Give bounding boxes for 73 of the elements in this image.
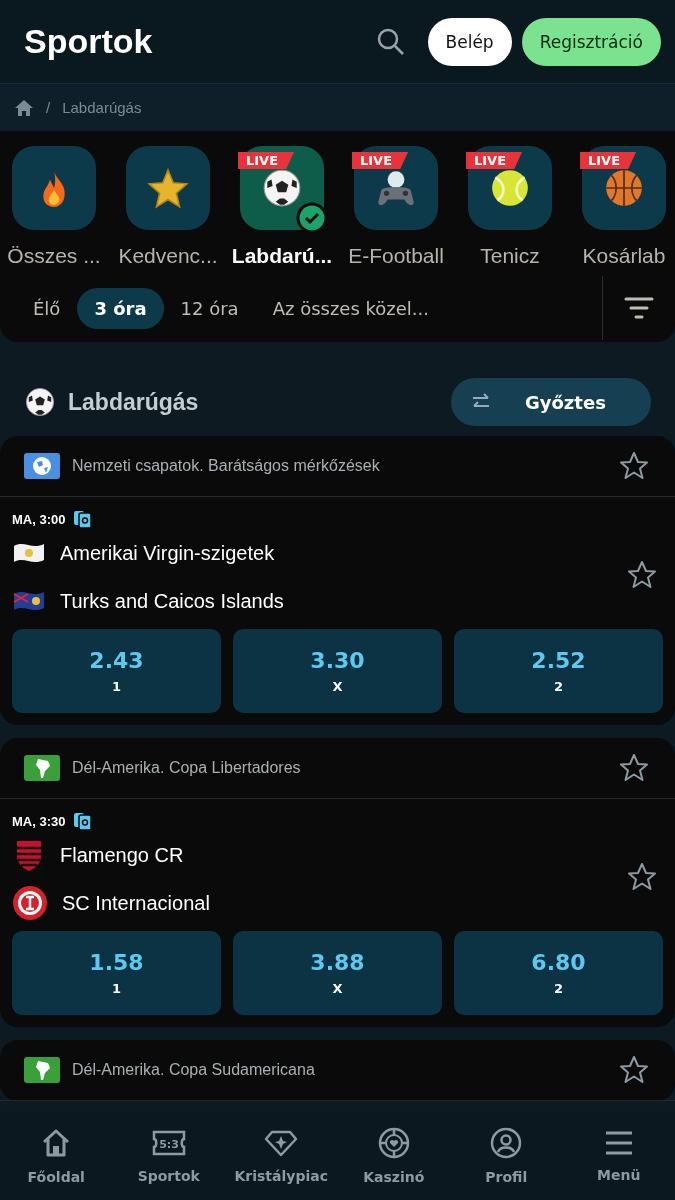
odds-button[interactable]: 2.52 2 — [454, 629, 663, 713]
star-icon — [147, 167, 189, 209]
search-icon[interactable] — [375, 26, 406, 57]
odds-button[interactable]: 6.80 2 — [454, 931, 663, 1015]
sport-tile[interactable] — [126, 146, 210, 230]
profile-icon — [490, 1127, 523, 1159]
login-button[interactable]: Belép — [427, 17, 512, 66]
continent-icon — [24, 1057, 60, 1083]
live-badge: LIVE — [352, 152, 409, 169]
cards-icon — [73, 509, 94, 529]
odds-button[interactable]: 1.58 1 — [12, 931, 221, 1015]
breadcrumb-item[interactable]: Labdarúgás — [62, 99, 142, 116]
odds-button[interactable]: 3.30 X — [233, 629, 442, 713]
market-selector[interactable]: Győztes — [451, 378, 651, 426]
diamond-icon — [264, 1128, 299, 1158]
favorite-star-icon[interactable] — [619, 753, 649, 783]
league-name[interactable]: Dél-Amerika. Copa Sudamericana — [72, 1061, 607, 1079]
league-name[interactable]: Dél-Amerika. Copa Libertadores — [72, 759, 607, 777]
time-filter-chip[interactable]: 12 óra — [163, 287, 256, 329]
favorite-star-icon[interactable] — [627, 862, 657, 892]
scoreboard-icon: 5:3 — [151, 1128, 186, 1158]
page-title: Sportok — [24, 22, 154, 61]
soccer-icon — [261, 167, 303, 209]
sport-label[interactable]: Kedvenc... — [118, 244, 218, 268]
odds-button[interactable]: 3.88 X — [233, 931, 442, 1015]
sport-tile[interactable]: LIVE — [354, 146, 438, 230]
nav-item[interactable]: 5:3 Sportok — [112, 1112, 225, 1200]
favorite-star-icon[interactable] — [619, 451, 649, 481]
match-time: MA, 3:30 — [12, 813, 66, 829]
check-icon — [296, 202, 328, 234]
team-name: Amerikai Virgin-szigetek — [60, 541, 275, 565]
register-button[interactable]: Regisztráció — [521, 17, 661, 66]
favorite-star-icon[interactable] — [619, 1055, 649, 1085]
match-time: MA, 3:00 — [12, 511, 66, 527]
section-title: Labdarúgás — [68, 388, 200, 416]
menu-icon — [603, 1129, 634, 1157]
home-icon[interactable] — [14, 98, 34, 117]
sport-label[interactable]: E-Football — [348, 244, 444, 268]
nav-item[interactable]: Kristálypiac — [225, 1112, 338, 1200]
favorite-star-icon[interactable] — [627, 560, 657, 590]
sport-label[interactable]: Összes ... — [7, 244, 101, 268]
league-name[interactable]: Nemzeti csapatok. Barátságos mérkőzések — [72, 457, 607, 475]
team-name: SC Internacional — [62, 891, 210, 915]
sport-tile[interactable]: LIVE — [240, 146, 324, 230]
odds-button[interactable]: 2.43 1 — [12, 629, 221, 713]
team-name: Flamengo CR — [60, 843, 184, 867]
breadcrumb-separator: / — [46, 99, 51, 116]
live-badge: LIVE — [466, 152, 523, 169]
sport-tile[interactable]: LIVE — [468, 146, 552, 230]
live-badge: LIVE — [580, 152, 637, 169]
team-name: Turks and Caicos Islands — [60, 589, 284, 613]
casino-chip-icon — [377, 1127, 410, 1159]
time-filter-chip[interactable]: Az összes közel... — [255, 287, 446, 329]
nav-item[interactable]: Főoldal — [0, 1112, 113, 1200]
sport-label[interactable]: Tenicz — [480, 244, 540, 268]
filter-icon[interactable] — [624, 296, 654, 320]
globe-icon — [24, 453, 60, 479]
nav-item[interactable]: Kaszinó — [337, 1112, 450, 1200]
tennis-icon — [489, 167, 531, 209]
nav-item[interactable]: Profil — [450, 1112, 563, 1200]
basketball-icon — [603, 167, 645, 209]
continent-icon — [24, 755, 60, 781]
sport-label[interactable]: Labdarú... — [231, 244, 333, 268]
cards-icon — [73, 811, 94, 831]
sport-tile[interactable] — [12, 146, 96, 230]
time-filter-chip[interactable]: Élő — [16, 287, 78, 329]
sport-label[interactable]: Kosárlab — [582, 244, 666, 268]
live-badge: LIVE — [238, 152, 295, 169]
sport-tile[interactable]: LIVE — [582, 146, 666, 230]
nav-item[interactable]: Menü — [562, 1112, 675, 1200]
crest-icon — [12, 885, 48, 921]
soccer-ball-icon — [24, 386, 56, 418]
time-filter-chip[interactable]: 3 óra — [77, 287, 164, 329]
